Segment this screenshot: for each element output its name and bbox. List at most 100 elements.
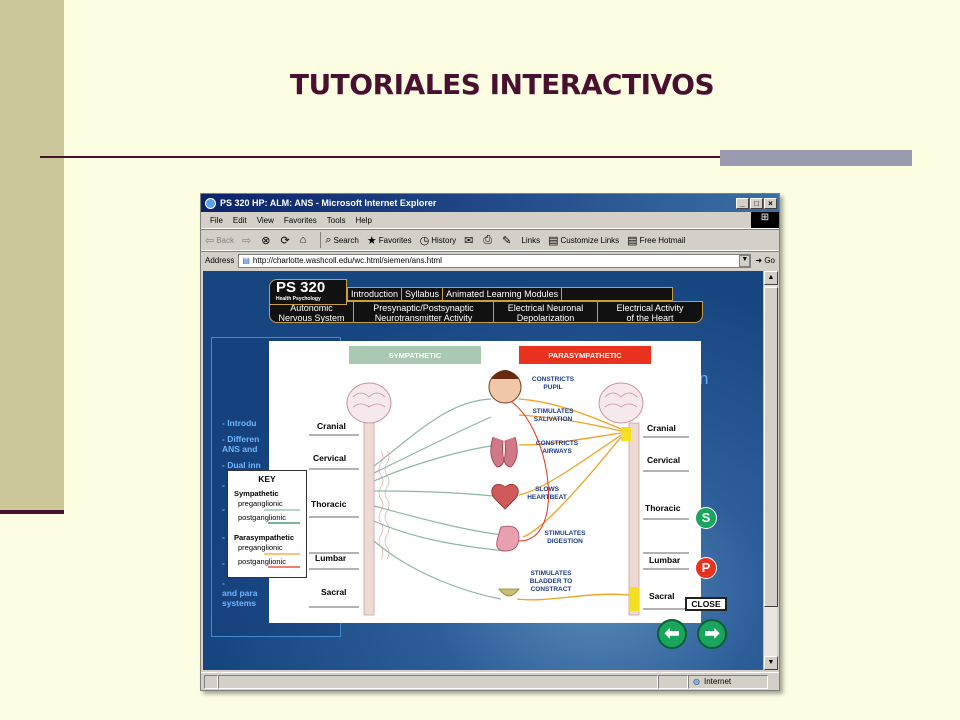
page-icon: ▤ (548, 234, 559, 247)
previous-arrow-button[interactable]: ⬅ (657, 619, 687, 649)
left-region-lumbar: Lumbar (315, 553, 347, 563)
back-button[interactable]: ⇦ Back (205, 234, 234, 247)
mail-button[interactable]: ✉ (464, 234, 475, 247)
toolbar: ⇦ Back ⇨ ⊗ ⟳ ⌂ ⌕ Search ★ Favorites ◷ Hi… (201, 229, 779, 251)
nav-autonomic-nervous-system[interactable]: Autonomic Nervous System (270, 302, 354, 323)
home-icon: ⌂ (299, 234, 307, 246)
search-label: Search (333, 235, 359, 245)
address-dropdown-icon[interactable]: ▼ (739, 254, 751, 267)
diagram-key: KEY Sympathetic preganglionic postgangli… (227, 470, 307, 578)
status-zone: ◍ Internet (688, 674, 768, 689)
browser-titlebar: PS 320 HP: ALM: ANS - Microsoft Internet… (201, 194, 779, 212)
sympathetic-label: SYMPATHETIC (389, 351, 442, 360)
left-region-cranial: Cranial (317, 421, 346, 431)
toolbar-separator (320, 232, 322, 248)
back-label: Back (216, 235, 235, 245)
favorites-button[interactable]: ★ Favorites (367, 234, 412, 247)
history-icon: ◷ (419, 234, 430, 247)
forward-button[interactable]: ⇨ (242, 234, 253, 247)
refresh-icon: ⟳ (280, 234, 290, 247)
nav-label-line2: of the Heart (626, 313, 674, 323)
mail-icon: ✉ (464, 234, 474, 247)
nav-presynaptic-postsynaptic[interactable]: Presynaptic/Postsynaptic Neurotransmitte… (354, 302, 494, 323)
page-content: Autonomic Nervous System Presynaptic/Pos… (203, 271, 765, 670)
course-logo[interactable]: PS 320 Health Psychology (269, 279, 347, 305)
left-region-sacral: Sacral (321, 587, 347, 597)
menubar: File Edit View Favorites Tools Help ⊞ (201, 212, 779, 229)
menu-file[interactable]: File (210, 216, 223, 225)
edit-icon: ✎ (502, 234, 512, 247)
edit-button[interactable]: ✎ (502, 234, 513, 247)
nav-label-line1: Electrical Neuronal (507, 303, 584, 313)
nav-electrical-neuronal[interactable]: Electrical Neuronal Depolarization (494, 302, 598, 323)
parasympathetic-label: PARASYMPATHETIC (548, 351, 622, 360)
menu-edit[interactable]: Edit (233, 216, 247, 225)
nav-electrical-heart[interactable]: Electrical Activity of the Heart (598, 302, 702, 323)
menu-view[interactable]: View (257, 216, 274, 225)
scroll-up-icon[interactable]: ▲ (764, 271, 778, 285)
status-bar: ◍ Internet (201, 672, 779, 690)
nav-syllabus[interactable]: Syllabus (402, 288, 444, 300)
close-window-button[interactable]: × (764, 197, 777, 209)
panel-line: - Dual inn (222, 460, 261, 470)
nav-label-line1: Electrical Activity (616, 303, 684, 313)
free-hotmail-link[interactable]: ▤ Free Hotmail (627, 234, 685, 247)
status-empty-cell (658, 674, 688, 689)
address-bar: Address ▤ http://charlotte.washcoll.edu/… (201, 251, 779, 269)
customize-links-link[interactable]: ▤ Customize Links (548, 234, 619, 247)
effect-line: AIRWAYS (542, 448, 572, 455)
next-arrow-button[interactable]: ➡ (697, 619, 727, 649)
effect-line: SLOWS (535, 486, 559, 493)
close-diagram-button[interactable]: CLOSE (685, 597, 727, 611)
history-button[interactable]: ◷ History (420, 234, 457, 247)
main-nav-row: Introduction Syllabus Animated Learning … (347, 287, 674, 301)
panel-line: - (222, 532, 225, 542)
sympathetic-toggle-button[interactable]: S (695, 507, 717, 529)
effect-line: CONSTRACT (531, 586, 572, 593)
parasympathetic-toggle-button[interactable]: P (695, 557, 717, 579)
links-label[interactable]: Links (521, 236, 540, 245)
refresh-button[interactable]: ⟳ (280, 234, 291, 247)
left-region-thoracic: Thoracic (311, 499, 347, 509)
search-icon: ⌕ (325, 233, 332, 246)
logo-text: PS 320 (276, 279, 326, 296)
nav-label-line2: Depolarization (516, 313, 575, 323)
right-region-lumbar: Lumbar (649, 555, 681, 565)
slide-divider-accent (720, 150, 912, 166)
effect-line: DIGESTION (547, 538, 583, 545)
scroll-thumb[interactable] (764, 287, 778, 607)
panel-line: - (222, 504, 225, 514)
nav-animated-learning-modules[interactable]: Animated Learning Modules (443, 288, 563, 300)
search-button[interactable]: ⌕ Search (325, 234, 359, 247)
nav-empty-slot (562, 288, 672, 300)
slide-title: TUTORIALES INTERACTIVOS (289, 68, 715, 101)
address-value: http://charlotte.washcoll.edu/wc.html/si… (252, 256, 442, 265)
effect-labels: CONSTRICTS PUPIL STIMULATES SALIVATION C… (527, 376, 586, 593)
home-button[interactable]: ⌂ (300, 234, 309, 246)
stop-icon: ⊗ (261, 234, 271, 247)
effect-line: STIMULATES (532, 408, 574, 415)
sympathetic-fibers (373, 398, 506, 600)
effect-line: PUPIL (543, 384, 562, 391)
stop-button[interactable]: ⊗ (261, 234, 272, 247)
right-brain-icon (598, 382, 644, 424)
nav-introduction[interactable]: Introduction (348, 288, 403, 300)
address-input[interactable]: ▤ http://charlotte.washcoll.edu/wc.html/… (238, 253, 752, 268)
nav-label-line2: Neurotransmitter Activity (374, 313, 473, 323)
sympathetic-chain (378, 450, 390, 560)
go-button[interactable]: ➜ Go (755, 256, 775, 265)
windows-logo-icon: ⊞ (751, 212, 779, 228)
minimize-button[interactable]: _ (736, 197, 749, 209)
right-region-cervical: Cervical (647, 455, 680, 465)
effect-line: STIMULATES (544, 530, 586, 537)
print-button[interactable]: ⎙ (483, 234, 494, 247)
scroll-down-icon[interactable]: ▼ (764, 656, 778, 670)
menu-help[interactable]: Help (355, 216, 371, 225)
menu-tools[interactable]: Tools (327, 216, 346, 225)
ans-diagram-svg: SYMPATHETIC PARASYMPATHETIC Cranial Cerv… (309, 346, 689, 616)
sacral-highlight (629, 587, 639, 611)
vertical-scrollbar[interactable]: ▲ ▼ (763, 271, 778, 670)
menu-favorites[interactable]: Favorites (284, 216, 317, 225)
maximize-button[interactable]: □ (750, 197, 763, 209)
stomach-icon (496, 525, 520, 552)
